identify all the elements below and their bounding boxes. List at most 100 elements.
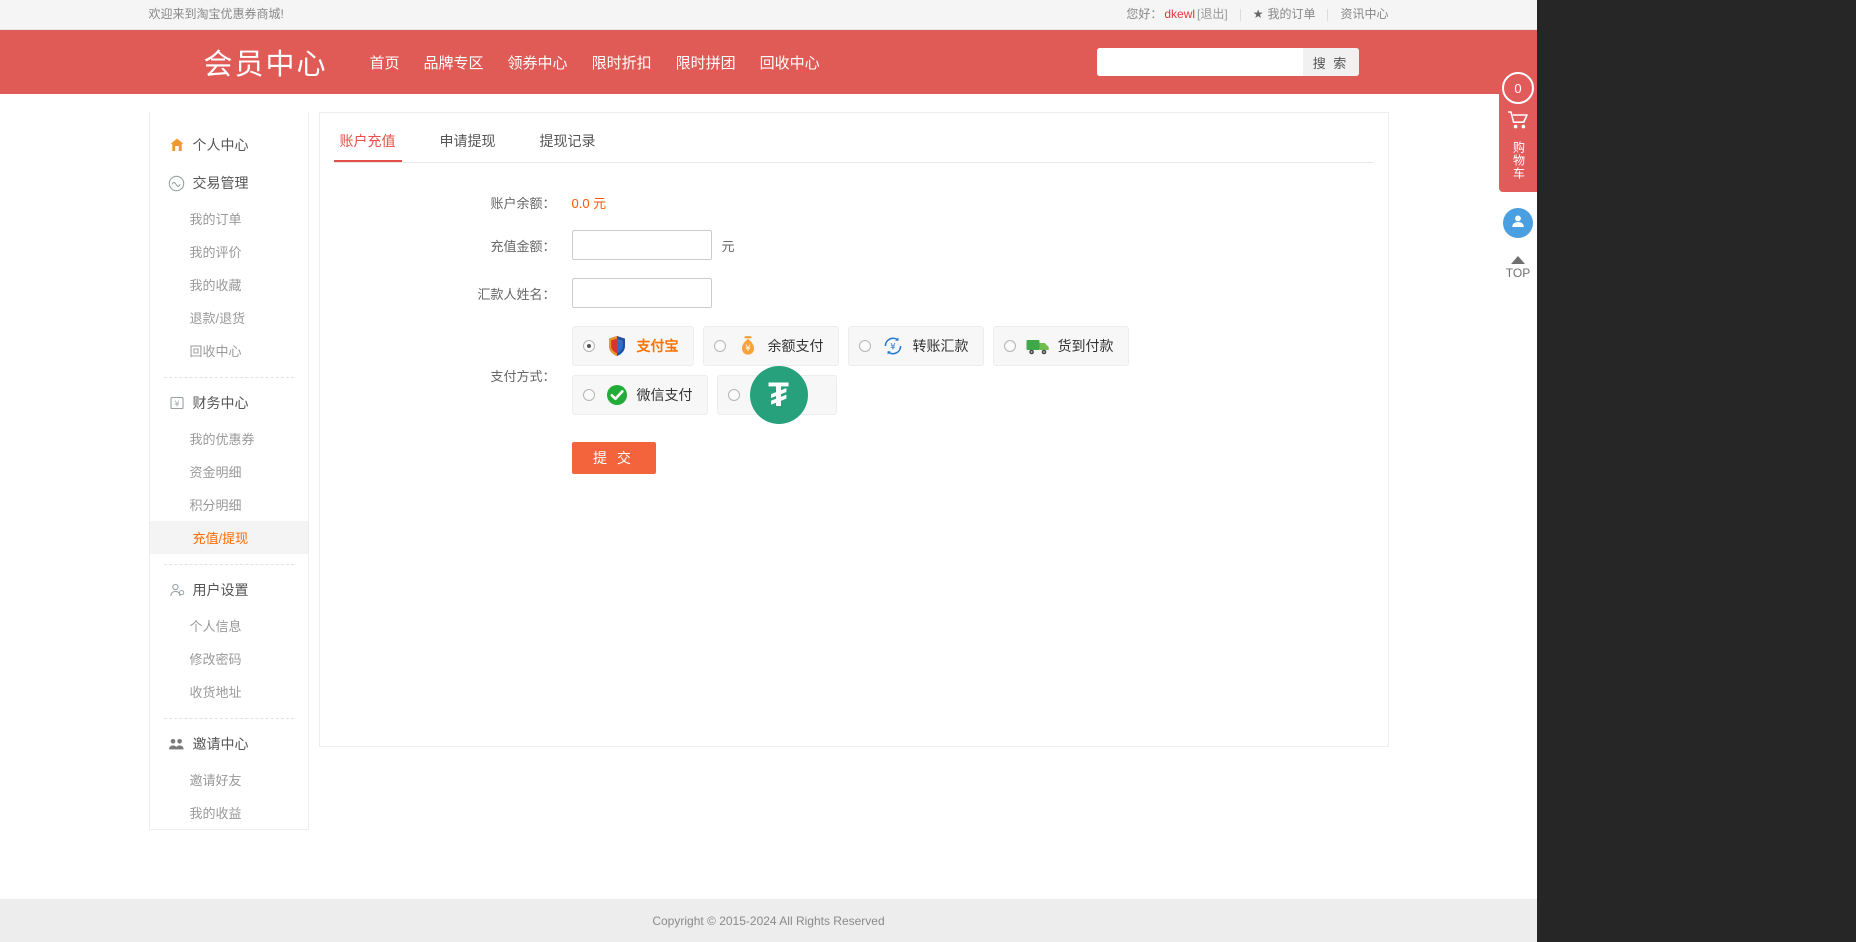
balance-label: 账户余额： xyxy=(320,193,572,212)
sidebar-item-my-reviews[interactable]: 我的评价 xyxy=(150,235,308,268)
sidebar-item-refund-return[interactable]: 退款/退货 xyxy=(150,301,308,334)
my-orders-link[interactable]: 我的订单 xyxy=(1267,0,1315,29)
recharge-form: 账户余额： 0.0 元 充值金额： 元 汇款人姓名： 支付方式： xyxy=(320,163,1388,474)
amount-unit-label: 元 xyxy=(722,236,735,255)
sidebar-item-recharge-withdraw[interactable]: 充值/提现 xyxy=(150,521,308,554)
cart-label: 购物车 xyxy=(1511,141,1526,180)
nav-item-coupons[interactable]: 领券中心 xyxy=(508,52,568,73)
welcome-text: 欢迎来到淘宝优惠券商城! xyxy=(149,0,284,29)
search-button[interactable]: 搜 索 xyxy=(1303,48,1359,76)
sidebar-item-points-details[interactable]: 积分明细 xyxy=(150,488,308,521)
sidebar-item-fund-details[interactable]: 资金明细 xyxy=(150,455,308,488)
radio-usdt[interactable] xyxy=(728,389,740,401)
exchange-icon xyxy=(168,174,186,192)
sidebar-item-my-coupons[interactable]: 我的优惠券 xyxy=(150,422,308,455)
sidebar-group-label: 财务中心 xyxy=(193,393,249,413)
home-icon xyxy=(168,136,186,154)
sidebar-divider xyxy=(164,718,294,719)
sidebar-item-shipping-address[interactable]: 收货地址 xyxy=(150,675,308,708)
main-panel: 账户充值 申请提现 提现记录 账户余额： 0.0 元 充值金额： 元 xyxy=(319,112,1389,747)
nav-item-brands[interactable]: 品牌专区 xyxy=(424,52,484,73)
sidebar-item-personal-info[interactable]: 个人信息 xyxy=(150,609,308,642)
radio-cash-on-delivery[interactable] xyxy=(1004,340,1016,352)
sidebar-group-invite: 邀请中心 邀请好友 我的收益 xyxy=(150,725,308,829)
radio-wechat[interactable] xyxy=(583,389,595,401)
search-input[interactable] xyxy=(1097,48,1303,76)
remitter-label: 汇款人姓名： xyxy=(320,284,572,303)
payment-option-alipay[interactable]: 支付宝 xyxy=(572,326,694,366)
logout-link[interactable]: [退出] xyxy=(1197,0,1228,29)
site-header: 会员中心 首页 品牌专区 领券中心 限时折扣 限时拼团 回收中心 搜 索 xyxy=(0,30,1537,94)
sidebar-item-change-password[interactable]: 修改密码 xyxy=(150,642,308,675)
user-settings-icon xyxy=(168,581,186,599)
sidebar-item-personal-center[interactable]: 个人中心 xyxy=(150,126,308,164)
payment-option-cash-on-delivery[interactable]: 货到付款 xyxy=(993,326,1129,366)
page-gutter xyxy=(1537,0,1856,942)
tab-withdraw-records[interactable]: 提现记录 xyxy=(534,131,602,162)
cart-widget[interactable]: 0 购物车 xyxy=(1499,88,1537,192)
remitter-name-input[interactable] xyxy=(572,278,712,308)
form-row-remitter: 汇款人姓名： xyxy=(320,278,1388,308)
tab-apply-withdraw[interactable]: 申请提现 xyxy=(434,131,502,162)
alipay-icon xyxy=(604,333,630,359)
nav-item-home[interactable]: 首页 xyxy=(370,52,400,73)
back-to-top-widget[interactable]: TOP xyxy=(1499,256,1537,280)
submit-button[interactable]: 提 交 xyxy=(572,442,656,474)
sidebar-item-my-earnings[interactable]: 我的收益 xyxy=(150,796,308,829)
page-root: 欢迎来到淘宝优惠券商城! 您好： dkewl [退出] ★ 我的订单 资讯中心 … xyxy=(0,0,1856,942)
browser-viewport: 欢迎来到淘宝优惠券商城! 您好： dkewl [退出] ★ 我的订单 资讯中心 … xyxy=(0,0,1537,942)
nav-item-recycle[interactable]: 回收中心 xyxy=(760,52,820,73)
sidebar-item-transaction-management[interactable]: 交易管理 xyxy=(150,164,308,202)
sidebar-item-my-favorites[interactable]: 我的收藏 xyxy=(150,268,308,301)
nav-item-flash-sale[interactable]: 限时折扣 xyxy=(592,52,652,73)
sidebar-item-my-orders[interactable]: 我的订单 xyxy=(150,202,308,235)
payment-method-label: 支付方式： xyxy=(320,366,572,385)
sidebar-item-recycle-center[interactable]: 回收中心 xyxy=(150,334,308,367)
balance-pay-icon: ¥ xyxy=(735,333,761,359)
floating-side-rail: 0 购物车 xyxy=(1499,88,1537,280)
payment-option-wechat[interactable]: 微信支付 xyxy=(572,375,708,415)
copyright-text: Copyright © 2015-2024 All Rights Reserve… xyxy=(652,914,884,928)
radio-bank-transfer[interactable] xyxy=(859,340,871,352)
sidebar-item-finance-center[interactable]: ¥ 财务中心 xyxy=(150,384,308,422)
main-navigation: 首页 品牌专区 领券中心 限时折扣 限时拼团 回收中心 xyxy=(370,52,844,73)
news-center-link[interactable]: 资讯中心 xyxy=(1340,0,1388,29)
search-box: 搜 索 xyxy=(1097,48,1359,76)
sidebar-item-user-settings[interactable]: 用户设置 xyxy=(150,571,308,609)
form-row-balance: 账户余额： 0.0 元 xyxy=(320,193,1388,212)
content-wrapper: 个人中心 交易管理 我的订单 我的 xyxy=(149,94,1389,830)
sidebar-item-invite-center[interactable]: 邀请中心 xyxy=(150,725,308,763)
payment-option-bank-transfer[interactable]: ¥ 转账汇款 xyxy=(848,326,984,366)
payment-option-balance[interactable]: ¥ 余额支付 xyxy=(703,326,839,366)
tab-account-recharge[interactable]: 账户充值 xyxy=(334,131,402,162)
payment-option-usdt[interactable]: ₮ xyxy=(717,375,837,415)
usdt-tether-icon: ₮ xyxy=(750,366,808,424)
sidebar-group-finance: ¥ 财务中心 我的优惠券 资金明细 积分明细 充值/提现 xyxy=(150,384,308,554)
top-account-area: 您好： dkewl [退出] ★ 我的订单 资讯中心 xyxy=(1126,0,1388,29)
payment-option-label: 货到付款 xyxy=(1058,336,1114,356)
user-icon xyxy=(1510,213,1526,234)
cart-count-badge: 0 xyxy=(1502,72,1534,104)
svg-text:¥: ¥ xyxy=(890,342,896,352)
sidebar-item-invite-friends[interactable]: 邀请好友 xyxy=(150,763,308,796)
user-widget[interactable] xyxy=(1503,208,1533,238)
nav-item-group-buy[interactable]: 限时拼团 xyxy=(676,52,736,73)
divider xyxy=(1240,9,1241,21)
radio-balance[interactable] xyxy=(714,340,726,352)
tab-bar: 账户充值 申请提现 提现记录 xyxy=(334,123,1374,163)
site-logo[interactable]: 会员中心 xyxy=(204,41,328,83)
payment-method-grid: 支付宝 ¥ xyxy=(572,326,1272,424)
footer: Copyright © 2015-2024 All Rights Reserve… xyxy=(0,899,1537,942)
svg-text:¥: ¥ xyxy=(745,344,751,354)
svg-text:¥: ¥ xyxy=(174,399,179,408)
sidebar-group-user-settings: 用户设置 个人信息 修改密码 收货地址 xyxy=(150,571,308,708)
amount-input[interactable] xyxy=(572,230,712,260)
divider xyxy=(1327,9,1328,21)
payment-option-label: 转账汇款 xyxy=(913,336,969,356)
sidebar-group-label: 交易管理 xyxy=(193,173,249,193)
sidebar-divider xyxy=(164,377,294,378)
sidebar-group-label: 用户设置 xyxy=(193,580,249,600)
amount-label: 充值金额： xyxy=(320,236,572,255)
top-utility-bar: 欢迎来到淘宝优惠券商城! 您好： dkewl [退出] ★ 我的订单 资讯中心 xyxy=(0,0,1537,30)
radio-alipay[interactable] xyxy=(583,340,595,352)
